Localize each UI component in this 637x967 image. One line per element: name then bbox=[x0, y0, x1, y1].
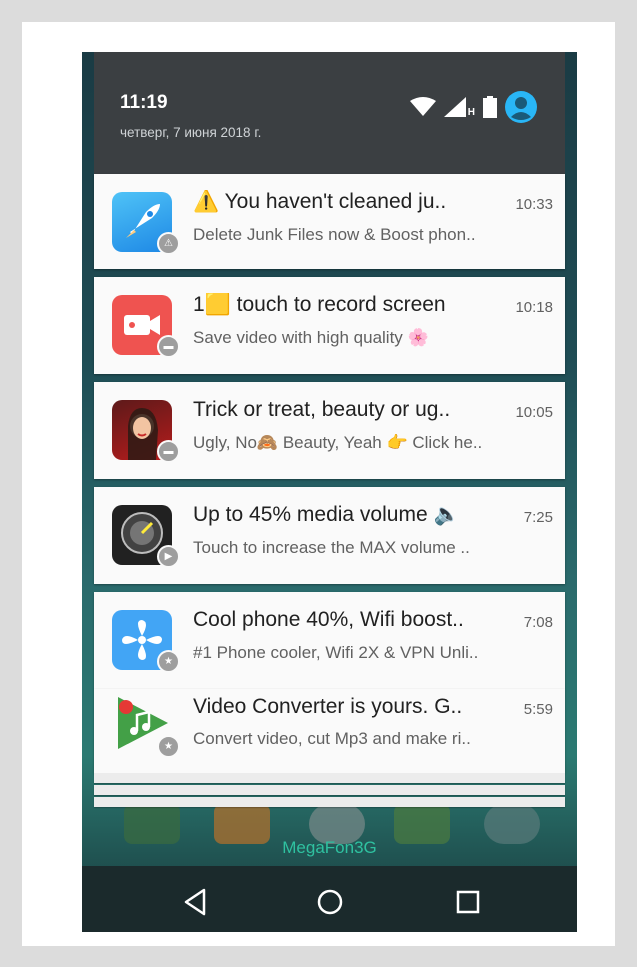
recents-icon[interactable] bbox=[450, 884, 486, 920]
notification-time: 10:05 bbox=[515, 404, 553, 421]
wifi-icon bbox=[409, 97, 436, 116]
notification-card[interactable]: ★ Cool phone 40%, Wifi boost.. 7:08 #1 P… bbox=[94, 592, 565, 689]
notification-time: 7:08 bbox=[523, 614, 553, 631]
account-icon[interactable] bbox=[505, 91, 537, 123]
notification-card[interactable]: ▶ Up to 45% media volume 🔈 7:25 Touch to… bbox=[94, 487, 565, 584]
notification-title: Cool phone 40%, Wifi boost.. bbox=[193, 608, 464, 631]
navigation-bar bbox=[82, 866, 577, 932]
notification-text: Save video with high quality 🌸 bbox=[193, 328, 429, 347]
collapsed-notification[interactable] bbox=[94, 785, 565, 795]
notification-text: #1 Phone cooler, Wifi 2X & VPN Unli.. bbox=[193, 643, 479, 662]
status-icons: H bbox=[409, 90, 537, 124]
app-badge-icon: ▶ bbox=[157, 545, 180, 568]
notification-text: Convert video, cut Mp3 and make ri.. bbox=[193, 729, 471, 748]
carrier-label: MegaFon3G bbox=[282, 838, 377, 857]
notification-time: 5:59 bbox=[523, 701, 553, 718]
back-icon[interactable] bbox=[178, 884, 214, 920]
star-badge-icon: ★ bbox=[157, 735, 180, 758]
notification-card[interactable]: ▬ Trick or treat, beauty or ug.. 10:05 U… bbox=[94, 382, 565, 479]
warning-badge-icon: ⚠ bbox=[157, 232, 180, 255]
app-badge-icon: ▬ bbox=[157, 335, 180, 358]
notification-title: ⚠️ You haven't cleaned ju.. bbox=[193, 190, 447, 213]
notification-text: Ugly, No🙈 Beauty, Yeah 👉 Click he.. bbox=[193, 433, 483, 452]
clock: 11:19 bbox=[120, 92, 168, 113]
notification-title: Trick or treat, beauty or ug.. bbox=[193, 398, 451, 421]
home-icon[interactable] bbox=[312, 884, 348, 920]
notification-card[interactable]: ⚠ ⚠️ You haven't cleaned ju.. 10:33 Dele… bbox=[94, 174, 565, 269]
network-type-label: H bbox=[467, 106, 475, 118]
notification-card[interactable]: ★ Video Converter is yours. G.. 5:59 Con… bbox=[94, 689, 565, 773]
notification-title: Video Converter is yours. G.. bbox=[193, 695, 463, 718]
app-badge-icon: ▬ bbox=[157, 440, 180, 463]
collapsed-notification[interactable] bbox=[94, 773, 565, 783]
cell-signal-icon bbox=[443, 97, 466, 117]
notification-time: 10:18 bbox=[515, 299, 553, 316]
date-label[interactable]: четверг, 7 июня 2018 г. bbox=[120, 125, 261, 140]
status-bar: 11:19 четверг, 7 июня 2018 г. H bbox=[94, 74, 565, 174]
collapsed-notification[interactable] bbox=[94, 797, 565, 807]
notification-text: Touch to increase the MAX volume .. bbox=[193, 538, 470, 557]
notification-time: 10:33 bbox=[515, 196, 553, 213]
notification-title: Up to 45% media volume 🔈 bbox=[193, 503, 460, 526]
notification-card[interactable]: ▬ 1🟨 touch to record screen 10:18 Save v… bbox=[94, 277, 565, 374]
phone-screen: MegaFon3G 11:19 четверг, 7 июня 2018 г. … bbox=[82, 52, 577, 932]
star-badge-icon: ★ bbox=[157, 650, 180, 673]
notification-text: Delete Junk Files now & Boost phon.. bbox=[193, 225, 476, 244]
notification-time: 7:25 bbox=[523, 509, 553, 526]
battery-icon bbox=[483, 96, 497, 118]
notification-title: 1🟨 touch to record screen bbox=[193, 293, 446, 316]
